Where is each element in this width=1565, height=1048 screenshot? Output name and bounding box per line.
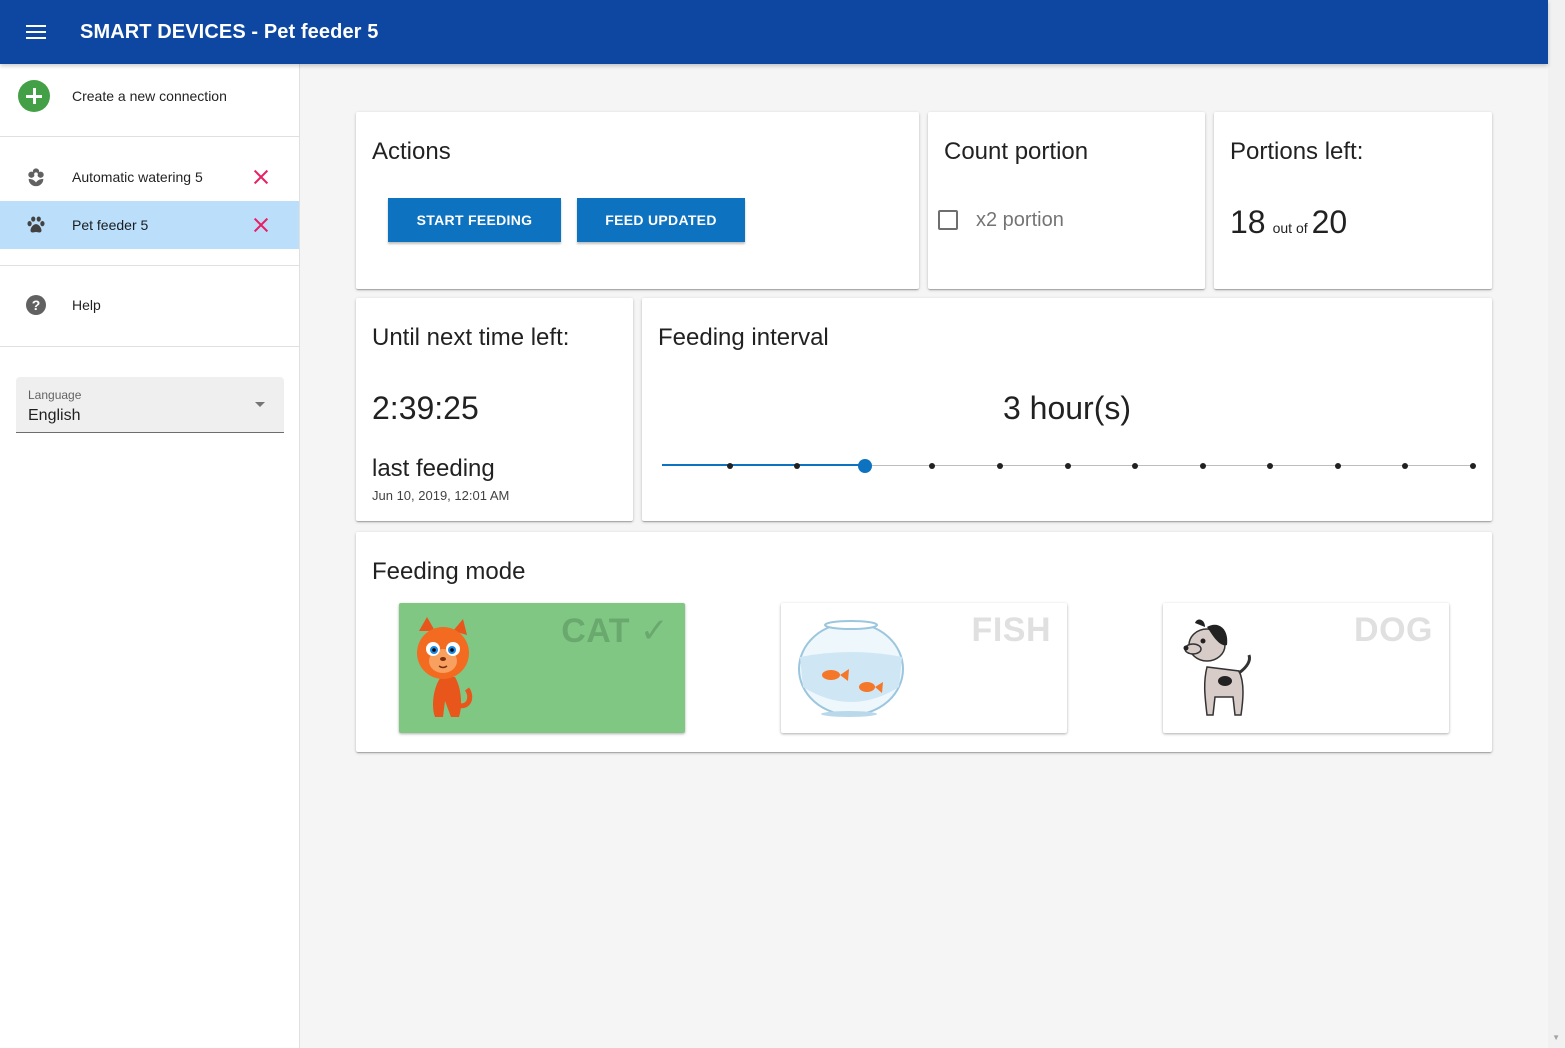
start-feeding-button[interactable]: START FEEDING [388, 198, 561, 242]
help-icon: ? [26, 295, 46, 315]
feeding-interval-card: Feeding interval 3 hour(s) [642, 298, 1492, 521]
mode-label: CAT ✓ [561, 612, 669, 650]
interval-value: 3 hour(s) [1002, 390, 1132, 426]
navigation-drawer: Create a new connection Automatic wateri… [0, 64, 300, 1048]
dog-icon [1183, 619, 1251, 716]
scrollbar[interactable]: ▼ [1548, 0, 1565, 1048]
remove-connection-icon[interactable] [249, 213, 273, 237]
x2-portion-checkbox[interactable] [938, 210, 958, 230]
interval-slider[interactable] [662, 459, 1476, 473]
add-circle-icon [18, 80, 50, 112]
fishbowl-icon [798, 620, 904, 717]
slider-tick [929, 463, 936, 469]
feeding-interval-title: Feeding interval [658, 324, 829, 351]
slider-tick [1470, 463, 1476, 469]
app-bar: SMART DEVICES - Pet feeder 5 [0, 0, 1548, 64]
hamburger-icon [26, 25, 46, 39]
connection-item-automatic-watering[interactable]: Automatic watering 5 [0, 153, 299, 201]
language-label: Language [28, 388, 82, 402]
slider-tick [1199, 463, 1206, 469]
connection-item-pet-feeder[interactable]: Pet feeder 5 [0, 201, 299, 249]
slider-thumb[interactable] [857, 459, 872, 473]
timer-title: Until next time left: [372, 324, 570, 351]
portions-separator: out of [1272, 220, 1308, 236]
mode-card-cat[interactable]: CAT ✓ [399, 603, 685, 733]
last-feeding-date: Jun 10, 2019, 12:01 AM [372, 488, 510, 503]
mode-label: FISH [971, 611, 1051, 649]
connection-label: Automatic watering 5 [72, 169, 203, 185]
language-select[interactable]: Language English [16, 377, 284, 433]
scroll-down-arrow-icon[interactable]: ▼ [1552, 1033, 1560, 1042]
slider-tick [1402, 463, 1409, 469]
mode-label: DOG [1354, 611, 1433, 649]
remove-connection-icon[interactable] [249, 165, 273, 189]
slider-tick [794, 463, 801, 469]
cat-icon [417, 617, 473, 717]
portions-total: 20 [1311, 204, 1348, 240]
paw-icon [27, 216, 45, 233]
mode-card-fish[interactable]: FISH [781, 603, 1067, 733]
actions-title: Actions [372, 138, 451, 165]
count-portion-card: Count portion x2 portion [928, 112, 1205, 289]
app-title: SMART DEVICES - Pet feeder 5 [80, 20, 379, 43]
divider [0, 346, 299, 347]
count-portion-title: Count portion [944, 138, 1089, 165]
last-feeding-label: last feeding [372, 455, 495, 482]
slider-tick [1132, 463, 1139, 469]
create-connection-item[interactable]: Create a new connection [0, 64, 299, 128]
actions-card: Actions START FEEDING FEED UPDATED [356, 112, 919, 289]
portions-current: 18 [1230, 204, 1266, 240]
countdown-value: 2:39:25 [372, 390, 479, 426]
help-label: Help [72, 297, 101, 313]
connection-label: Pet feeder 5 [72, 217, 149, 233]
portions-left-card: Portions left: 18 out of 20 [1214, 112, 1492, 289]
timer-card: Until next time left: 2:39:25 last feedi… [356, 298, 633, 521]
portions-counter: 18 out of 20 [1230, 204, 1347, 241]
create-connection-label: Create a new connection [72, 88, 227, 104]
menu-button[interactable] [0, 0, 72, 64]
feeding-mode-card: Feeding mode CAT ✓ FISH DOG [356, 532, 1492, 752]
feeding-mode-title: Feeding mode [372, 558, 526, 585]
slider-fill [662, 464, 865, 466]
slider-tick [1064, 463, 1071, 469]
mode-card-dog[interactable]: DOG [1163, 603, 1449, 733]
slider-tick [996, 463, 1003, 469]
feed-updated-button[interactable]: FEED UPDATED [577, 198, 745, 242]
slider-tick [1334, 463, 1341, 469]
x2-portion-label[interactable]: x2 portion [976, 209, 1064, 232]
flower-icon [28, 168, 44, 187]
slider-tick [726, 463, 733, 469]
dropdown-arrow-icon [255, 402, 265, 407]
help-item[interactable]: ? Help [0, 281, 299, 329]
language-value: English [28, 407, 81, 424]
slider-tick [1267, 463, 1274, 469]
portions-left-title: Portions left: [1230, 138, 1364, 165]
